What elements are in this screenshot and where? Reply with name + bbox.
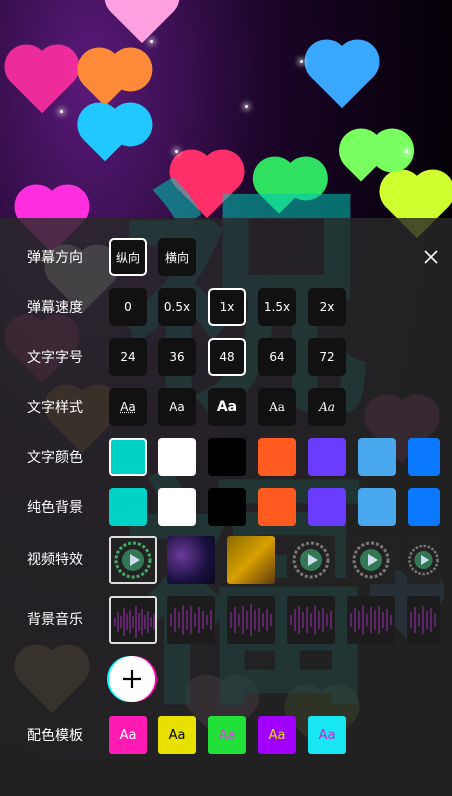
heart-decoration: [110, 0, 174, 44]
font-style-option-decorative[interactable]: Aa: [109, 388, 147, 426]
bg-color-swatch[interactable]: [109, 488, 147, 526]
text-color-swatch[interactable]: [308, 438, 346, 476]
waveform-icon: [350, 605, 392, 635]
bg-color-row: 纯色背景: [0, 488, 452, 532]
speed-option-1.5x[interactable]: 1.5x: [258, 288, 296, 326]
speed-option-2x[interactable]: 2x: [308, 288, 346, 326]
heart-decoration: [10, 50, 74, 114]
speed-row: 弹幕速度 0 0.5x 1x 1.5x 2x: [0, 288, 452, 332]
music-waveform-thumb[interactable]: [287, 596, 335, 644]
text-color-swatch[interactable]: [208, 438, 246, 476]
bg-color-swatch[interactable]: [258, 488, 296, 526]
color-template-option[interactable]: Aa: [158, 716, 196, 754]
video-effect-thumb[interactable]: [167, 536, 215, 584]
direction-horizontal-option[interactable]: 横向: [158, 238, 196, 276]
music-waveform-thumb[interactable]: [227, 596, 275, 644]
font-size-option-48[interactable]: 48: [208, 338, 246, 376]
font-style-label: 文字样式: [27, 400, 83, 416]
video-effect-thumb[interactable]: [407, 536, 440, 584]
font-size-row: 文字字号 24 36 48 64 72: [0, 338, 452, 382]
sparkle-decoration: [245, 105, 248, 108]
bg-color-swatch[interactable]: [308, 488, 346, 526]
text-color-row: 文字颜色: [0, 438, 452, 482]
heart-decoration: [83, 63, 127, 107]
plus-icon: [123, 670, 141, 688]
color-template-option[interactable]: Aa: [308, 716, 346, 754]
sparkle-decoration: [150, 40, 153, 43]
bg-color-swatch[interactable]: [358, 488, 396, 526]
play-icon: [292, 541, 330, 579]
font-size-option-64[interactable]: 64: [258, 338, 296, 376]
text-color-swatch[interactable]: [158, 438, 196, 476]
video-effect-thumb[interactable]: [287, 536, 335, 584]
waveform-icon: [290, 605, 332, 635]
sparkle-decoration: [300, 60, 303, 63]
text-color-swatch[interactable]: [408, 438, 440, 476]
music-waveform-thumb[interactable]: [407, 596, 440, 644]
text-color-swatch[interactable]: [358, 438, 396, 476]
color-template-row: 配色模板 Aa Aa Aa Aa Aa: [0, 716, 452, 760]
speed-option-0[interactable]: 0: [109, 288, 147, 326]
bg-music-label: 背景音乐: [27, 612, 83, 628]
play-icon: [114, 541, 152, 579]
waveform-icon: [114, 606, 155, 638]
bg-color-swatch[interactable]: [208, 488, 246, 526]
bg-color-swatch[interactable]: [408, 488, 440, 526]
color-template-label: 配色模板: [27, 728, 83, 744]
waveform-icon: [170, 605, 212, 635]
font-style-row: 文字样式 Aa Aa Aa Aa Aa: [0, 388, 452, 432]
direction-label: 弹幕方向: [27, 250, 83, 266]
font-style-option-bold[interactable]: Aa: [208, 388, 246, 426]
video-effect-label: 视频特效: [27, 552, 83, 568]
font-size-option-24[interactable]: 24: [109, 338, 147, 376]
music-waveform-thumb[interactable]: [347, 596, 395, 644]
video-effect-thumb[interactable]: [347, 536, 395, 584]
speed-label: 弹幕速度: [27, 300, 83, 316]
add-music-button[interactable]: [109, 656, 155, 702]
bg-color-label: 纯色背景: [27, 500, 83, 516]
direction-vertical-option[interactable]: 纵向: [109, 238, 147, 276]
sparkle-decoration: [60, 110, 63, 113]
music-waveform-thumb[interactable]: [109, 596, 157, 644]
font-size-option-36[interactable]: 36: [158, 338, 196, 376]
font-style-option-script[interactable]: Aa: [308, 388, 346, 426]
text-color-swatch[interactable]: [109, 438, 147, 476]
speed-option-0.5x[interactable]: 0.5x: [158, 288, 196, 326]
heart-decoration: [83, 118, 127, 162]
color-template-option[interactable]: Aa: [109, 716, 147, 754]
heart-decoration: [310, 45, 374, 109]
font-size-option-72[interactable]: 72: [308, 338, 346, 376]
bg-music-row: 背景音乐: [0, 596, 452, 646]
waveform-icon: [230, 604, 272, 636]
speed-option-1x[interactable]: 1x: [208, 288, 246, 326]
direction-row: 弹幕方向 纵向 横向: [0, 238, 452, 282]
play-icon: [408, 544, 439, 576]
text-color-swatch[interactable]: [258, 438, 296, 476]
waveform-icon: [410, 606, 436, 634]
play-icon: [352, 541, 390, 579]
font-style-option-regular[interactable]: Aa: [158, 388, 196, 426]
danmaku-settings-panel: 弹幕方向 纵向 横向 弹幕速度 0 0.5x 1x 1.5x 2x 文字字号 2…: [0, 218, 452, 796]
sparkle-decoration: [175, 150, 178, 153]
color-template-option[interactable]: Aa: [258, 716, 296, 754]
video-effect-row: 视频特效: [0, 536, 452, 586]
bg-color-swatch[interactable]: [158, 488, 196, 526]
video-effect-thumb[interactable]: [109, 536, 157, 584]
sparkle-decoration: [405, 150, 408, 153]
music-waveform-thumb[interactable]: [167, 596, 215, 644]
font-size-label: 文字字号: [27, 350, 83, 366]
video-effect-thumb[interactable]: [227, 536, 275, 584]
font-style-option-serif[interactable]: Aa: [258, 388, 296, 426]
color-template-option[interactable]: Aa: [208, 716, 246, 754]
text-color-label: 文字颜色: [27, 450, 83, 466]
